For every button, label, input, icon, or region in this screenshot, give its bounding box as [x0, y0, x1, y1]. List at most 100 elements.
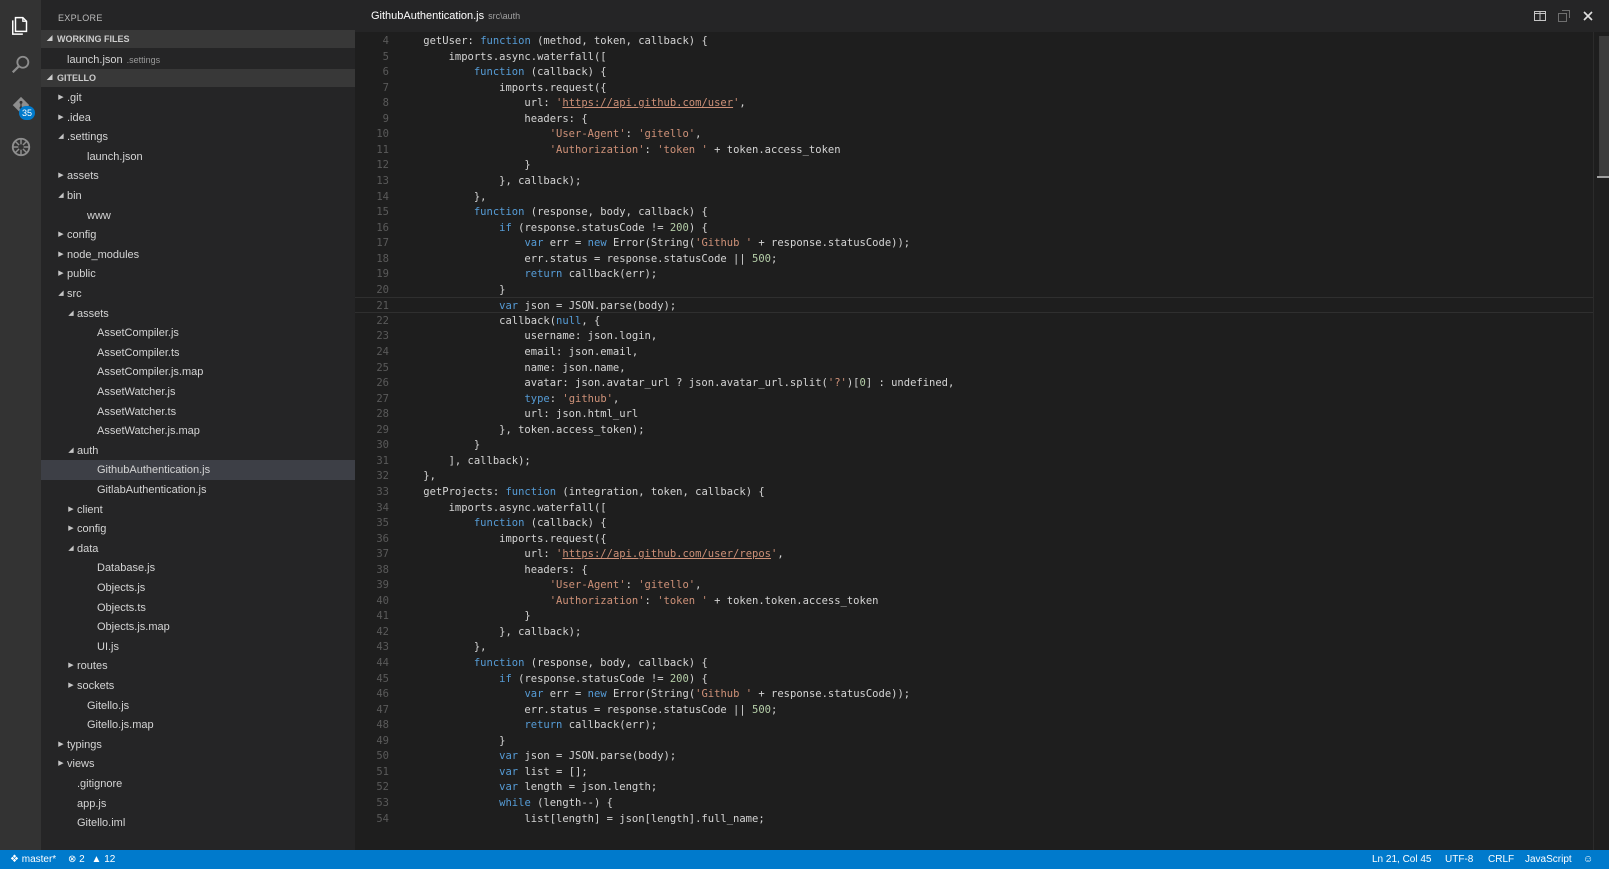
- tree-file-item[interactable]: AssetCompiler.ts: [41, 343, 355, 363]
- scrollbar-thumb[interactable]: [1599, 36, 1609, 176]
- code-line[interactable]: 23 username: json.login,: [355, 328, 1609, 344]
- code-line[interactable]: 31 ], callback);: [355, 453, 1609, 469]
- code-line[interactable]: 34 imports.async.waterfall([: [355, 500, 1609, 516]
- code-line[interactable]: 42 }, callback);: [355, 624, 1609, 640]
- code-line[interactable]: 48 return callback(err);: [355, 717, 1609, 733]
- code-line[interactable]: 8 url: 'https://api.github.com/user',: [355, 95, 1609, 111]
- code-line[interactable]: 53 while (length--) {: [355, 795, 1609, 811]
- git-icon[interactable]: 35: [0, 86, 41, 126]
- code-line[interactable]: 6 function (callback) {: [355, 64, 1609, 80]
- working-file-item[interactable]: launch.json .settings: [41, 50, 355, 70]
- tree-folder-item[interactable]: ▶ config: [41, 225, 355, 245]
- tree-folder-item[interactable]: ▶ assets: [41, 166, 355, 186]
- tree-folder-item[interactable]: ◢ data: [41, 539, 355, 559]
- code-line[interactable]: 52 var length = json.length;: [355, 779, 1609, 795]
- tree-file-item[interactable]: AssetWatcher.ts: [41, 402, 355, 422]
- working-files-header[interactable]: ◢ WORKING FILES: [41, 30, 355, 48]
- tree-folder-item[interactable]: ◢ .settings: [41, 127, 355, 147]
- code-line[interactable]: 49 }: [355, 733, 1609, 749]
- open-changes-icon[interactable]: [1557, 9, 1571, 23]
- feedback-icon[interactable]: ☺: [1583, 850, 1593, 869]
- tree-folder-item[interactable]: ◢ src: [41, 284, 355, 304]
- code-line[interactable]: 51 var list = [];: [355, 764, 1609, 780]
- code-line[interactable]: 4 getUser: function (method, token, call…: [355, 33, 1609, 49]
- tree-file-item[interactable]: GithubAuthentication.js: [41, 460, 355, 481]
- tree-file-item[interactable]: Objects.ts: [41, 598, 355, 618]
- tree-file-item[interactable]: Objects.js.map: [41, 617, 355, 637]
- tree-file-item[interactable]: AssetWatcher.js: [41, 382, 355, 402]
- code-line[interactable]: 54 list[length] = json[length].full_name…: [355, 811, 1609, 827]
- code-line[interactable]: 13 }, callback);: [355, 173, 1609, 189]
- tree-folder-item[interactable]: ◢ assets: [41, 304, 355, 324]
- code-line[interactable]: 33 getProjects: function (integration, t…: [355, 484, 1609, 500]
- search-icon[interactable]: [0, 45, 41, 85]
- tree-folder-item[interactable]: ▶ .git: [41, 88, 355, 108]
- encoding-status[interactable]: UTF-8: [1445, 850, 1473, 869]
- cursor-position[interactable]: Ln 21, Col 45: [1372, 850, 1432, 869]
- code-line[interactable]: 32 },: [355, 468, 1609, 484]
- code-line[interactable]: 40 'Authorization': 'token ' + token.tok…: [355, 593, 1609, 609]
- code-line[interactable]: 50 var json = JSON.parse(body);: [355, 748, 1609, 764]
- tree-file-item[interactable]: Database.js: [41, 558, 355, 578]
- code-line[interactable]: 14 },: [355, 189, 1609, 205]
- tree-folder-item[interactable]: ▶ config: [41, 519, 355, 539]
- code-editor[interactable]: 4 getUser: function (method, token, call…: [355, 32, 1609, 850]
- code-line[interactable]: 21 var json = JSON.parse(body);: [355, 297, 1609, 314]
- tree-file-item[interactable]: AssetCompiler.js: [41, 323, 355, 343]
- code-line[interactable]: 37 url: 'https://api.github.com/user/rep…: [355, 546, 1609, 562]
- tree-file-item[interactable]: UI.js: [41, 637, 355, 657]
- tree-file-item[interactable]: GitlabAuthentication.js: [41, 480, 355, 500]
- code-line[interactable]: 18 err.status = response.statusCode || 5…: [355, 251, 1609, 267]
- tree-folder-item[interactable]: ▶ .idea: [41, 108, 355, 128]
- code-line[interactable]: 25 name: json.name,: [355, 360, 1609, 376]
- language-status[interactable]: JavaScript: [1525, 850, 1572, 869]
- tree-folder-item[interactable]: ▶ sockets: [41, 676, 355, 696]
- editor-tab[interactable]: GithubAuthentication.js src\auth: [371, 10, 520, 22]
- branch-status[interactable]: ❖ master*: [10, 850, 56, 869]
- tree-folder-item[interactable]: ▶ typings: [41, 735, 355, 755]
- code-line[interactable]: 47 err.status = response.statusCode || 5…: [355, 702, 1609, 718]
- code-line[interactable]: 27 type: 'github',: [355, 391, 1609, 407]
- code-line[interactable]: 44 function (response, body, callback) {: [355, 655, 1609, 671]
- tree-file-item[interactable]: .gitignore: [41, 774, 355, 794]
- tree-file-item[interactable]: AssetWatcher.js.map: [41, 421, 355, 441]
- code-line[interactable]: 26 avatar: json.avatar_url ? json.avatar…: [355, 375, 1609, 391]
- code-line[interactable]: 29 }, token.access_token);: [355, 422, 1609, 438]
- code-line[interactable]: 20 }: [355, 282, 1609, 298]
- code-line[interactable]: 7 imports.request({: [355, 80, 1609, 96]
- code-line[interactable]: 5 imports.async.waterfall([: [355, 49, 1609, 65]
- code-line[interactable]: 46 var err = new Error(String('Github ' …: [355, 686, 1609, 702]
- code-line[interactable]: 19 return callback(err);: [355, 266, 1609, 282]
- project-header[interactable]: ◢ GITELLO: [41, 69, 355, 87]
- code-line[interactable]: 15 function (response, body, callback) {: [355, 204, 1609, 220]
- code-line[interactable]: 39 'User-Agent': 'gitello',: [355, 577, 1609, 593]
- code-line[interactable]: 17 var err = new Error(String('Github ' …: [355, 235, 1609, 251]
- code-line[interactable]: 35 function (callback) {: [355, 515, 1609, 531]
- tree-file-item[interactable]: Gitello.iml: [41, 813, 355, 833]
- split-editor-icon[interactable]: [1533, 9, 1547, 23]
- explorer-icon[interactable]: [0, 4, 41, 44]
- code-line[interactable]: 43 },: [355, 639, 1609, 655]
- code-line[interactable]: 38 headers: {: [355, 562, 1609, 578]
- tree-file-item[interactable]: www: [41, 206, 355, 226]
- tree-folder-item[interactable]: ◢ auth: [41, 441, 355, 461]
- code-line[interactable]: 28 url: json.html_url: [355, 406, 1609, 422]
- code-line[interactable]: 45 if (response.statusCode != 200) {: [355, 671, 1609, 687]
- tree-folder-item[interactable]: ▶ routes: [41, 656, 355, 676]
- code-line[interactable]: 22 callback(null, {: [355, 313, 1609, 329]
- code-line[interactable]: 24 email: json.email,: [355, 344, 1609, 360]
- code-line[interactable]: 16 if (response.statusCode != 200) {: [355, 220, 1609, 236]
- tree-file-item[interactable]: AssetCompiler.js.map: [41, 362, 355, 382]
- tree-folder-item[interactable]: ▶ node_modules: [41, 245, 355, 265]
- tree-file-item[interactable]: Gitello.js: [41, 696, 355, 716]
- code-line[interactable]: 30 }: [355, 437, 1609, 453]
- tree-folder-item[interactable]: ▶ public: [41, 264, 355, 284]
- debug-icon[interactable]: [0, 127, 41, 167]
- tree-file-item[interactable]: launch.json: [41, 147, 355, 167]
- tree-folder-item[interactable]: ▶ views: [41, 754, 355, 774]
- tree-file-item[interactable]: Gitello.js.map: [41, 715, 355, 735]
- code-line[interactable]: 10 'User-Agent': 'gitello',: [355, 126, 1609, 142]
- code-line[interactable]: 12 }: [355, 157, 1609, 173]
- code-line[interactable]: 11 'Authorization': 'token ' + token.acc…: [355, 142, 1609, 158]
- code-line[interactable]: 41 }: [355, 608, 1609, 624]
